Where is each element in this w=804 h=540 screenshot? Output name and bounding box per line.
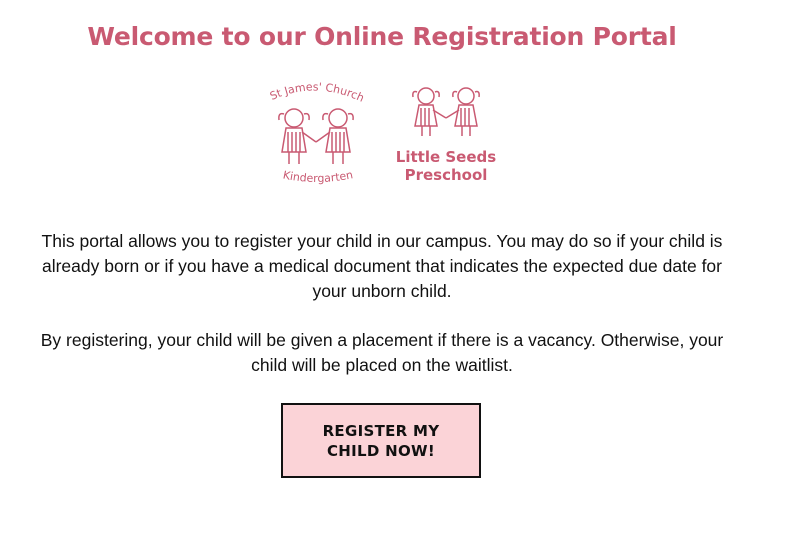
- intro-paragraph: This portal allows you to register your …: [41, 231, 723, 301]
- page-title: Welcome to our Online Registration Porta…: [87, 22, 677, 51]
- kindergarten-logo: St James' Church Kindergarten: [262, 80, 370, 188]
- register-child-button-label: REGISTER MY CHILD NOW!: [322, 421, 440, 460]
- preschool-logo: Little Seeds Preschool: [392, 80, 500, 188]
- waitlist-paragraph: By registering, your child will be given…: [40, 330, 724, 375]
- preschool-logo-line2: Preschool: [405, 166, 488, 184]
- preschool-logo-line1: Little Seeds: [396, 148, 496, 166]
- register-child-button[interactable]: REGISTER MY CHILD NOW!: [281, 403, 481, 478]
